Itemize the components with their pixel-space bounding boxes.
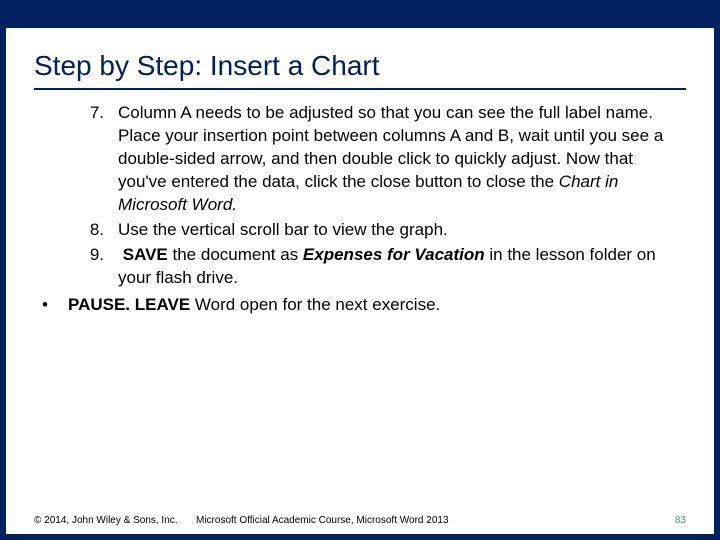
footer-copyright: © 2014, John Wiley & Sons, Inc. [34, 515, 178, 526]
step-item: 8. Use the vertical scroll bar to view t… [58, 219, 670, 242]
slide: Step by Step: Insert a Chart 7. Column A… [0, 0, 720, 540]
bullet-text: PAUSE. LEAVE Word open for the next exer… [68, 294, 670, 317]
bullet-dot: • [40, 294, 68, 317]
step-item: 9. SAVE the document as Expenses for Vac… [58, 244, 670, 290]
slide-title: Step by Step: Insert a Chart [6, 28, 714, 88]
title-underline [34, 88, 686, 90]
step-item: 7. Column A needs to be adjusted so that… [58, 102, 670, 217]
step-text: Column A needs to be adjusted so that yo… [118, 102, 670, 217]
content-area: 7. Column A needs to be adjusted so that… [6, 102, 714, 316]
bullet-item: • PAUSE. LEAVE Word open for the next ex… [40, 294, 670, 317]
step-number: 8. [58, 219, 118, 242]
step-number: 7. [58, 102, 118, 217]
step-number: 9. [58, 244, 118, 290]
steps-list: 7. Column A needs to be adjusted so that… [58, 102, 670, 290]
footer-course: Microsoft Official Academic Course, Micr… [196, 515, 449, 526]
step-text: Use the vertical scroll bar to view the … [118, 219, 670, 242]
step-text: SAVE the document as Expenses for Vacati… [118, 244, 670, 290]
footer-page-number: 83 [675, 515, 686, 526]
